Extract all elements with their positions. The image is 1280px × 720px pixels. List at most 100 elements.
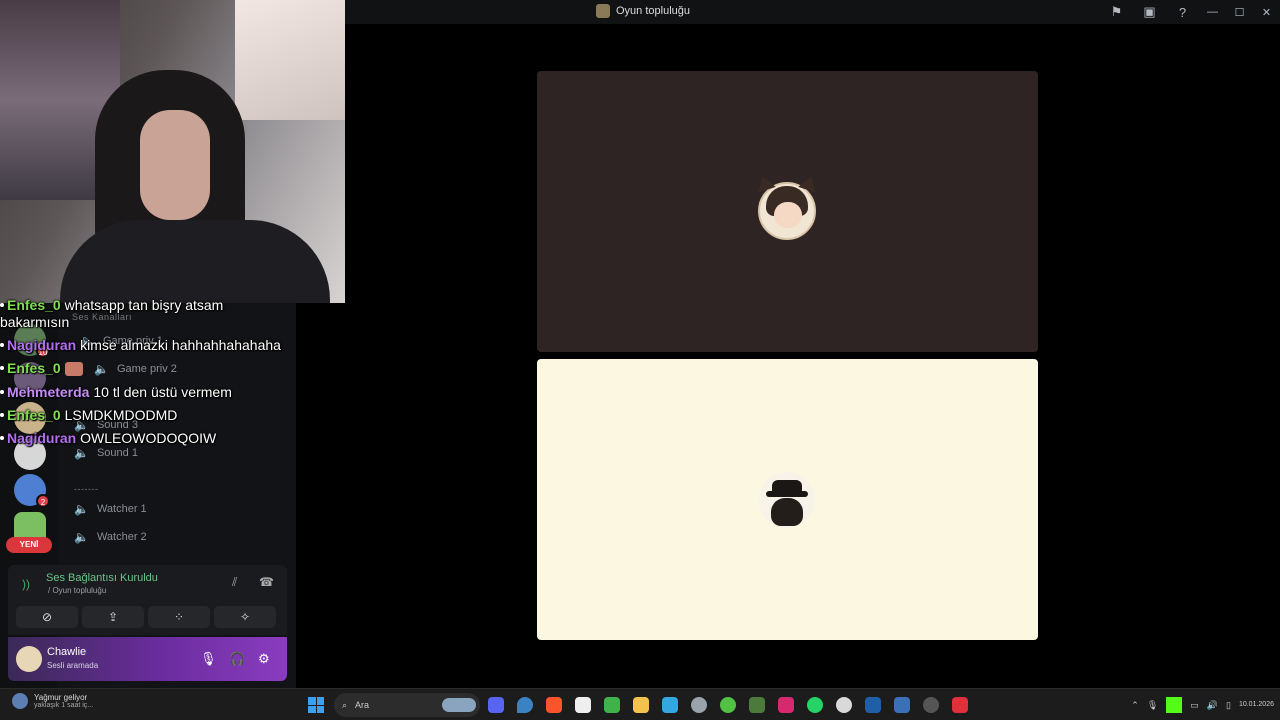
participant-avatar[interactable] <box>754 173 820 240</box>
drop-app-icon[interactable] <box>517 697 533 713</box>
streamer-app-icon[interactable] <box>952 697 968 713</box>
chat-nick: Mehmeterda <box>7 384 90 400</box>
maximize-icon[interactable]: ☐ <box>1226 0 1253 24</box>
microphone-tray-icon[interactable]: 🎙 <box>1147 700 1158 711</box>
chat-nick: Enfes_0 <box>7 297 61 313</box>
settings-icon[interactable]: ⚙ <box>258 651 270 667</box>
participant-tile[interactable] <box>537 71 1038 352</box>
chat-message: Nagiduran OWLEOWODOQOIW <box>0 430 300 446</box>
chat-text: kimse almazki hahhahhahahaha <box>80 337 281 353</box>
game-app-icon[interactable] <box>894 697 910 713</box>
inbox-icon[interactable]: ▣ <box>1133 0 1166 24</box>
participant-avatar[interactable] <box>759 472 815 528</box>
chat-message: Nagiduran kimse almazki hahhahhahahaha <box>0 337 300 353</box>
chat-emote <box>64 362 83 377</box>
noise-suppression-icon[interactable]: ⫽ <box>232 575 237 590</box>
discord-icon[interactable] <box>488 697 504 713</box>
user-panel: Chawlie Sesli aramada 🎙 🎧 ⚙ <box>8 637 287 681</box>
server-badge: 2 <box>36 494 50 508</box>
user-name[interactable]: Chawlie <box>47 646 86 658</box>
flag-icon[interactable]: ⚑ <box>1100 0 1133 24</box>
instagram-icon[interactable] <box>778 697 794 713</box>
cat-ear-icon <box>798 173 820 193</box>
weather-sub: yaklaşık 1 saat iç... <box>34 702 94 709</box>
chat-text: OWLEOWODOQOIW <box>80 430 217 446</box>
mouse-app-icon[interactable] <box>836 697 852 713</box>
channel-watcher-1[interactable]: 🔈 Watcher 1 <box>74 502 147 516</box>
speaker-icon: 🔈 <box>74 502 89 516</box>
chevron-up-icon[interactable]: ⌃ <box>1131 700 1139 711</box>
kick-icon[interactable] <box>1166 697 1183 713</box>
shield-app-icon[interactable] <box>691 697 707 713</box>
signal-icon[interactable]: )) <box>22 577 30 591</box>
whatsapp-icon[interactable] <box>807 697 823 713</box>
search-placeholder: Ara <box>355 700 370 710</box>
activities-button[interactable]: ⁘ <box>148 606 210 628</box>
soundboard-button[interactable]: ✧ <box>214 606 276 628</box>
channel-sound-1[interactable]: 🔈 Sound 1 <box>74 446 138 460</box>
channel-watcher-2[interactable]: 🔈 Watcher 2 <box>74 530 147 544</box>
chat-nick: Enfes_0 <box>7 407 61 423</box>
excel-icon[interactable] <box>604 697 620 713</box>
capcut-icon[interactable] <box>575 697 591 713</box>
window-app-icon[interactable] <box>865 697 881 713</box>
disconnect-icon[interactable]: ☎ <box>259 575 274 589</box>
weather-icon <box>12 693 28 709</box>
chat-text: 10 tl den üstü vermem <box>93 384 232 400</box>
hat-brim <box>766 491 808 497</box>
chat-text: LSMDKMDODMD <box>64 407 178 423</box>
speaker-icon: 🔈 <box>74 446 89 460</box>
camera-off-button[interactable]: ⊘ <box>16 606 78 628</box>
speaker-icon: 🔈 <box>74 530 89 544</box>
file-explorer-icon[interactable] <box>633 697 649 713</box>
chat-message: Enfes_0 LSMDKMDODMD <box>0 407 300 423</box>
screen-share-button[interactable]: ⇪ <box>82 606 144 628</box>
server-icon <box>596 4 610 18</box>
notepad-icon[interactable] <box>662 697 678 713</box>
channel-label: Watcher 2 <box>96 531 147 543</box>
weather-title: Yağmur geliyor <box>34 693 88 702</box>
network-icon[interactable]: ▭ <box>1190 700 1199 711</box>
headphones-icon[interactable]: 🎧 <box>229 651 245 667</box>
voice-connection-panel: )) Ses Bağlantısı Kuruldu / Oyun toplulu… <box>8 565 287 635</box>
chat-message: Enfes_0 <box>0 360 300 377</box>
line-app-icon[interactable] <box>720 697 736 713</box>
chat-nick: Nagiduran <box>7 337 77 353</box>
volume-icon[interactable]: 🔊 <box>1207 700 1218 711</box>
voice-server[interactable]: / Oyun topluluğu <box>48 586 106 595</box>
webcam-overlay <box>0 0 345 303</box>
brave-icon[interactable] <box>546 697 562 713</box>
date-text: 10.01.2026 <box>1238 701 1274 708</box>
chat-message: Enfes_0 whatsapp tan bişry atsam bakarmı… <box>0 297 250 331</box>
windows-start-icon[interactable] <box>308 697 324 713</box>
user-status: Sesli aramada <box>47 661 99 670</box>
webcam-person-body <box>60 220 330 303</box>
minimize-icon[interactable]: — <box>1199 0 1226 24</box>
battery-icon[interactable]: ▯ <box>1226 700 1231 711</box>
microphone-icon[interactable]: 🎙 <box>200 651 217 667</box>
chat-nick: Enfes_0 <box>7 360 61 376</box>
category-other[interactable]: ------- <box>74 484 98 494</box>
chat-message: Mehmeterda 10 tl den üstü vermem <box>0 384 300 400</box>
clock[interactable]: 10.01.2026 <box>1239 700 1274 710</box>
voice-status[interactable]: Ses Bağlantısı Kuruldu <box>46 572 158 584</box>
close-icon[interactable]: ✕ <box>1253 0 1280 24</box>
avatar-body <box>771 498 803 526</box>
obs-icon[interactable] <box>923 697 939 713</box>
system-tray: ⌃ 🎙 ▭ 🔊 ▯ 10.01.2026 <box>1131 689 1280 720</box>
webcam-poster <box>235 0 345 120</box>
avatar-face <box>774 202 802 228</box>
server-button[interactable]: 2 <box>14 474 50 508</box>
avatar[interactable] <box>16 646 42 672</box>
help-icon[interactable]: ? <box>1166 0 1199 24</box>
webcam-person-face <box>140 110 210 220</box>
channel-label: Watcher 1 <box>96 503 147 515</box>
taskbar-search[interactable]: ⌕ Ara <box>334 693 480 717</box>
weather-widget[interactable]: Yağmur geliyor yaklaşık 1 saat iç... <box>12 693 93 709</box>
window-title-text: Oyun topluluğu <box>616 5 690 17</box>
minecraft-icon[interactable] <box>749 697 765 713</box>
channel-label: Sound 1 <box>96 447 138 459</box>
new-badge: YENİ <box>6 537 52 553</box>
participant-tile[interactable] <box>537 359 1038 640</box>
search-highlight-image <box>442 698 476 712</box>
